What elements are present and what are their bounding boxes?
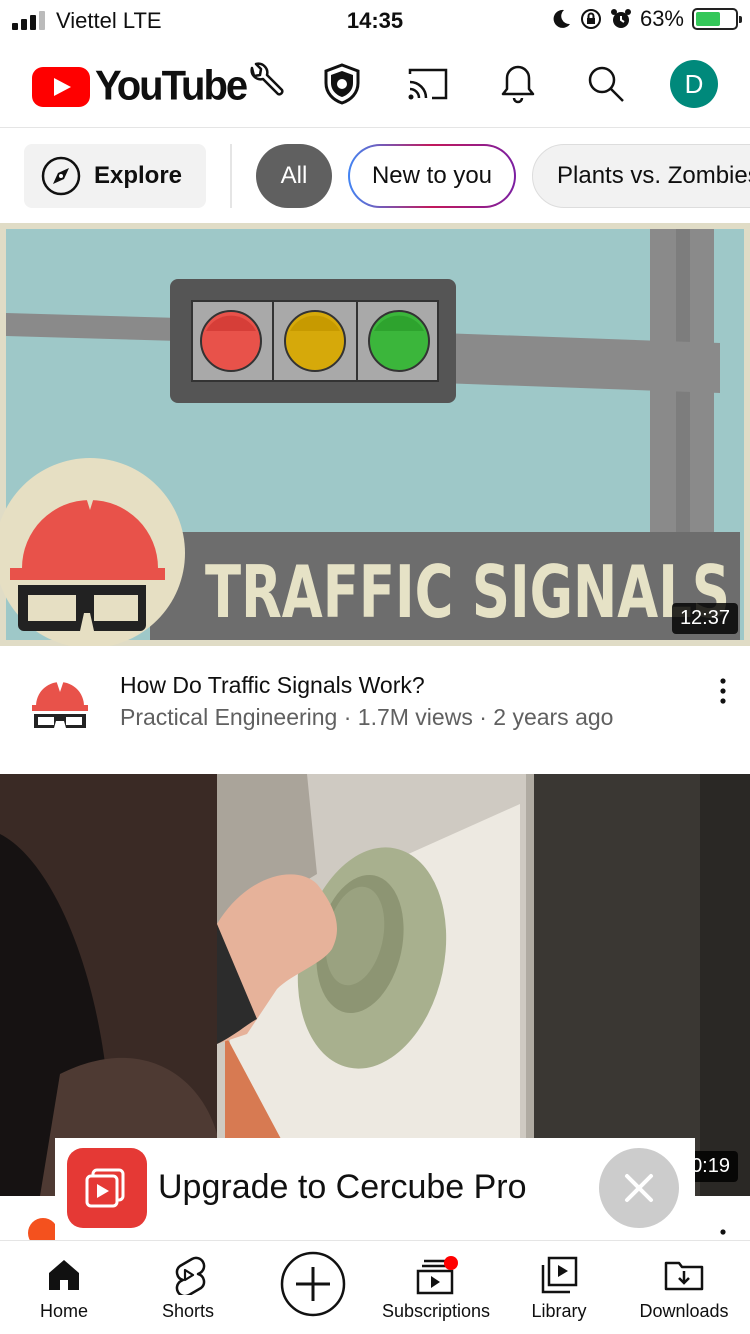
avatar-letter: D <box>684 68 704 99</box>
downloads-icon <box>664 1261 704 1291</box>
moon-icon <box>553 9 570 28</box>
shield-icon[interactable] <box>320 62 364 106</box>
bell-icon[interactable] <box>496 62 540 106</box>
alarm-icon <box>610 9 631 28</box>
nav-shorts-label: Shorts <box>161 1301 215 1321</box>
compass-icon <box>41 156 81 196</box>
upgrade-label: Upgrade to Cercube Pro <box>158 1168 527 1206</box>
plus-circle-icon <box>280 1251 346 1317</box>
bottom-navigation: Home Shorts Subscriptions Library Downlo… <box>0 1240 750 1334</box>
thumbnail-art <box>0 774 750 1196</box>
filter-chips-bar: Explore All New to you Plants vs. Zombie… <box>0 129 750 223</box>
close-button[interactable] <box>599 1148 679 1228</box>
logo-text: YouTube <box>95 62 248 110</box>
home-icon <box>49 1260 79 1290</box>
video-title[interactable]: How Do Traffic Signals Work? <box>120 672 425 699</box>
video-thumbnail[interactable]: 0:19 <box>0 774 750 1196</box>
create-button[interactable] <box>273 1241 353 1334</box>
chip-explore[interactable]: Explore <box>24 144 206 208</box>
wrench-icon[interactable] <box>244 62 288 106</box>
thumbnail-art: TRAFFIC SIGNALS <box>0 229 744 646</box>
upgrade-banner[interactable]: Upgrade to Cercube Pro <box>55 1138 695 1240</box>
close-icon <box>625 1174 653 1202</box>
duration-badge: 12:37 <box>671 603 738 634</box>
video-thumbnail[interactable]: TRAFFIC SIGNALS 12:37 <box>0 223 750 646</box>
notification-dot <box>444 1256 458 1270</box>
cast-icon[interactable] <box>406 62 450 106</box>
search-icon[interactable] <box>584 62 628 106</box>
chip-explore-label: Explore <box>94 162 183 189</box>
top-app-bar: YouTube D <box>0 40 750 128</box>
nav-subscriptions-label: Subscriptions <box>381 1301 491 1321</box>
status-bar: Viettel LTE 14:35 63% <box>0 0 750 40</box>
chip-divider <box>230 144 232 208</box>
rotation-lock-icon <box>580 9 601 29</box>
nav-subscriptions[interactable]: Subscriptions <box>376 1241 496 1334</box>
nav-home[interactable]: Home <box>24 1241 104 1334</box>
nav-shorts[interactable]: Shorts <box>148 1241 228 1334</box>
nav-library-label: Library <box>531 1301 587 1321</box>
cercube-app-icon <box>67 1148 147 1228</box>
channel-avatar[interactable] <box>28 672 92 736</box>
battery-percent: 63% <box>639 6 684 31</box>
avatar[interactable]: D <box>670 60 718 108</box>
thumbnail-title-text: TRAFFIC SIGNALS <box>205 550 730 634</box>
video-meta: Practical Engineering · 1.7M views · 2 y… <box>120 704 614 730</box>
nav-downloads-label: Downloads <box>639 1301 729 1321</box>
subscriptions-icon <box>416 1256 458 1295</box>
chip-plants-vs-zombies[interactable]: Plants vs. Zombies <box>532 144 750 208</box>
chip-new-to-you[interactable]: New to you <box>348 144 516 208</box>
nav-home-label: Home <box>39 1301 88 1321</box>
nav-downloads[interactable]: Downloads <box>634 1241 734 1334</box>
chip-all[interactable]: All <box>256 144 332 208</box>
youtube-logo[interactable]: YouTube <box>32 62 248 110</box>
more-options-icon[interactable] <box>710 676 736 706</box>
library-icon <box>541 1256 578 1294</box>
youtube-play-icon <box>32 66 90 107</box>
shorts-icon <box>175 1256 206 1295</box>
battery-icon <box>692 8 742 30</box>
more-options-icon[interactable] <box>710 1226 736 1240</box>
video-info: How Do Traffic Signals Work? Practical E… <box>0 646 750 774</box>
nav-library[interactable]: Library <box>519 1241 599 1334</box>
